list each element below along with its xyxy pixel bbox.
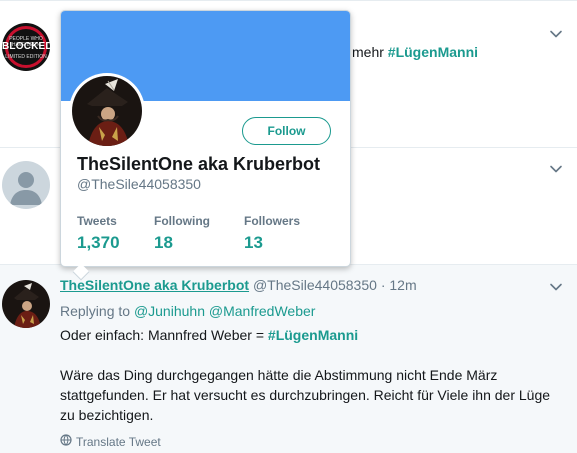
stat-label: Tweets: [77, 214, 117, 228]
avatar-main-text: BLOCKED: [2, 41, 50, 52]
tweet-paragraph: Wäre das Ding durchgegangen hätte die Ab…: [60, 367, 551, 423]
stat-value: 18: [154, 233, 173, 252]
stat-label: Following: [154, 214, 210, 228]
stat-value: 13: [244, 233, 263, 252]
tweet-author-name[interactable]: TheSilentOne aka Kruberbot: [60, 277, 249, 293]
tweet-timestamp[interactable]: 12m: [389, 277, 416, 293]
mention-link[interactable]: @ManfredWeber: [209, 303, 316, 319]
chevron-down-icon[interactable]: [549, 162, 563, 176]
tweet-author-handle[interactable]: @TheSile44058350: [253, 277, 377, 293]
hashtag-link[interactable]: #LügenManni: [268, 327, 358, 343]
default-avatar-icon[interactable]: [2, 161, 50, 209]
tweet-line-text: Oder einfach: Mannfred Weber =: [60, 327, 265, 343]
chevron-down-icon[interactable]: [549, 27, 563, 41]
tweet-body: Oder einfach: Mannfred Weber = #LügenMan…: [60, 325, 560, 445]
translate-label: Translate Tweet: [76, 434, 161, 449]
stat-tweets[interactable]: Tweets 1,370: [77, 214, 120, 253]
separator-dot: ·: [380, 277, 386, 293]
tweet-line: Oder einfach: Mannfred Weber = #LügenMan…: [60, 325, 560, 345]
mention-link[interactable]: @Junihuhn: [134, 303, 205, 319]
follow-button[interactable]: Follow: [242, 117, 331, 145]
stat-label: Followers: [244, 214, 301, 228]
stat-followers[interactable]: Followers 13: [244, 214, 300, 253]
tweet-item-highlighted[interactable]: TheSilentOne aka Kruberbot @TheSile44058…: [0, 265, 577, 453]
globe-icon: [60, 434, 72, 449]
replying-to: Replying to @Junihuhn @ManfredWeber: [60, 303, 315, 319]
profile-hover-card: Follow TheSilentOne aka Kruberbot @TheSi…: [60, 10, 351, 281]
tweet-header: TheSilentOne aka Kruberbot @TheSile44058…: [60, 277, 417, 293]
stat-following[interactable]: Following 18: [154, 214, 210, 253]
translate-tweet-link[interactable]: Translate Tweet: [60, 434, 161, 449]
avatar-bottom-text: LIMITED EDITION: [5, 54, 47, 60]
replying-to-label: Replying to: [60, 303, 131, 319]
stat-value: 1,370: [77, 233, 120, 252]
avatar-blocked[interactable]: PEOPLE WHO HAVE BEEN BLOCKED LIMITED EDI…: [2, 23, 50, 71]
chevron-down-icon[interactable]: [549, 280, 563, 294]
profile-handle[interactable]: @TheSile44058350: [77, 176, 201, 192]
hashtag-link[interactable]: #LügenManni: [388, 44, 478, 60]
tweet-text: mehr #LügenManni: [352, 44, 478, 60]
avatar[interactable]: [2, 280, 50, 328]
profile-display-name[interactable]: TheSilentOne aka Kruberbot: [77, 154, 320, 175]
profile-avatar[interactable]: [69, 73, 145, 149]
tweet-text-word: mehr: [352, 44, 384, 60]
